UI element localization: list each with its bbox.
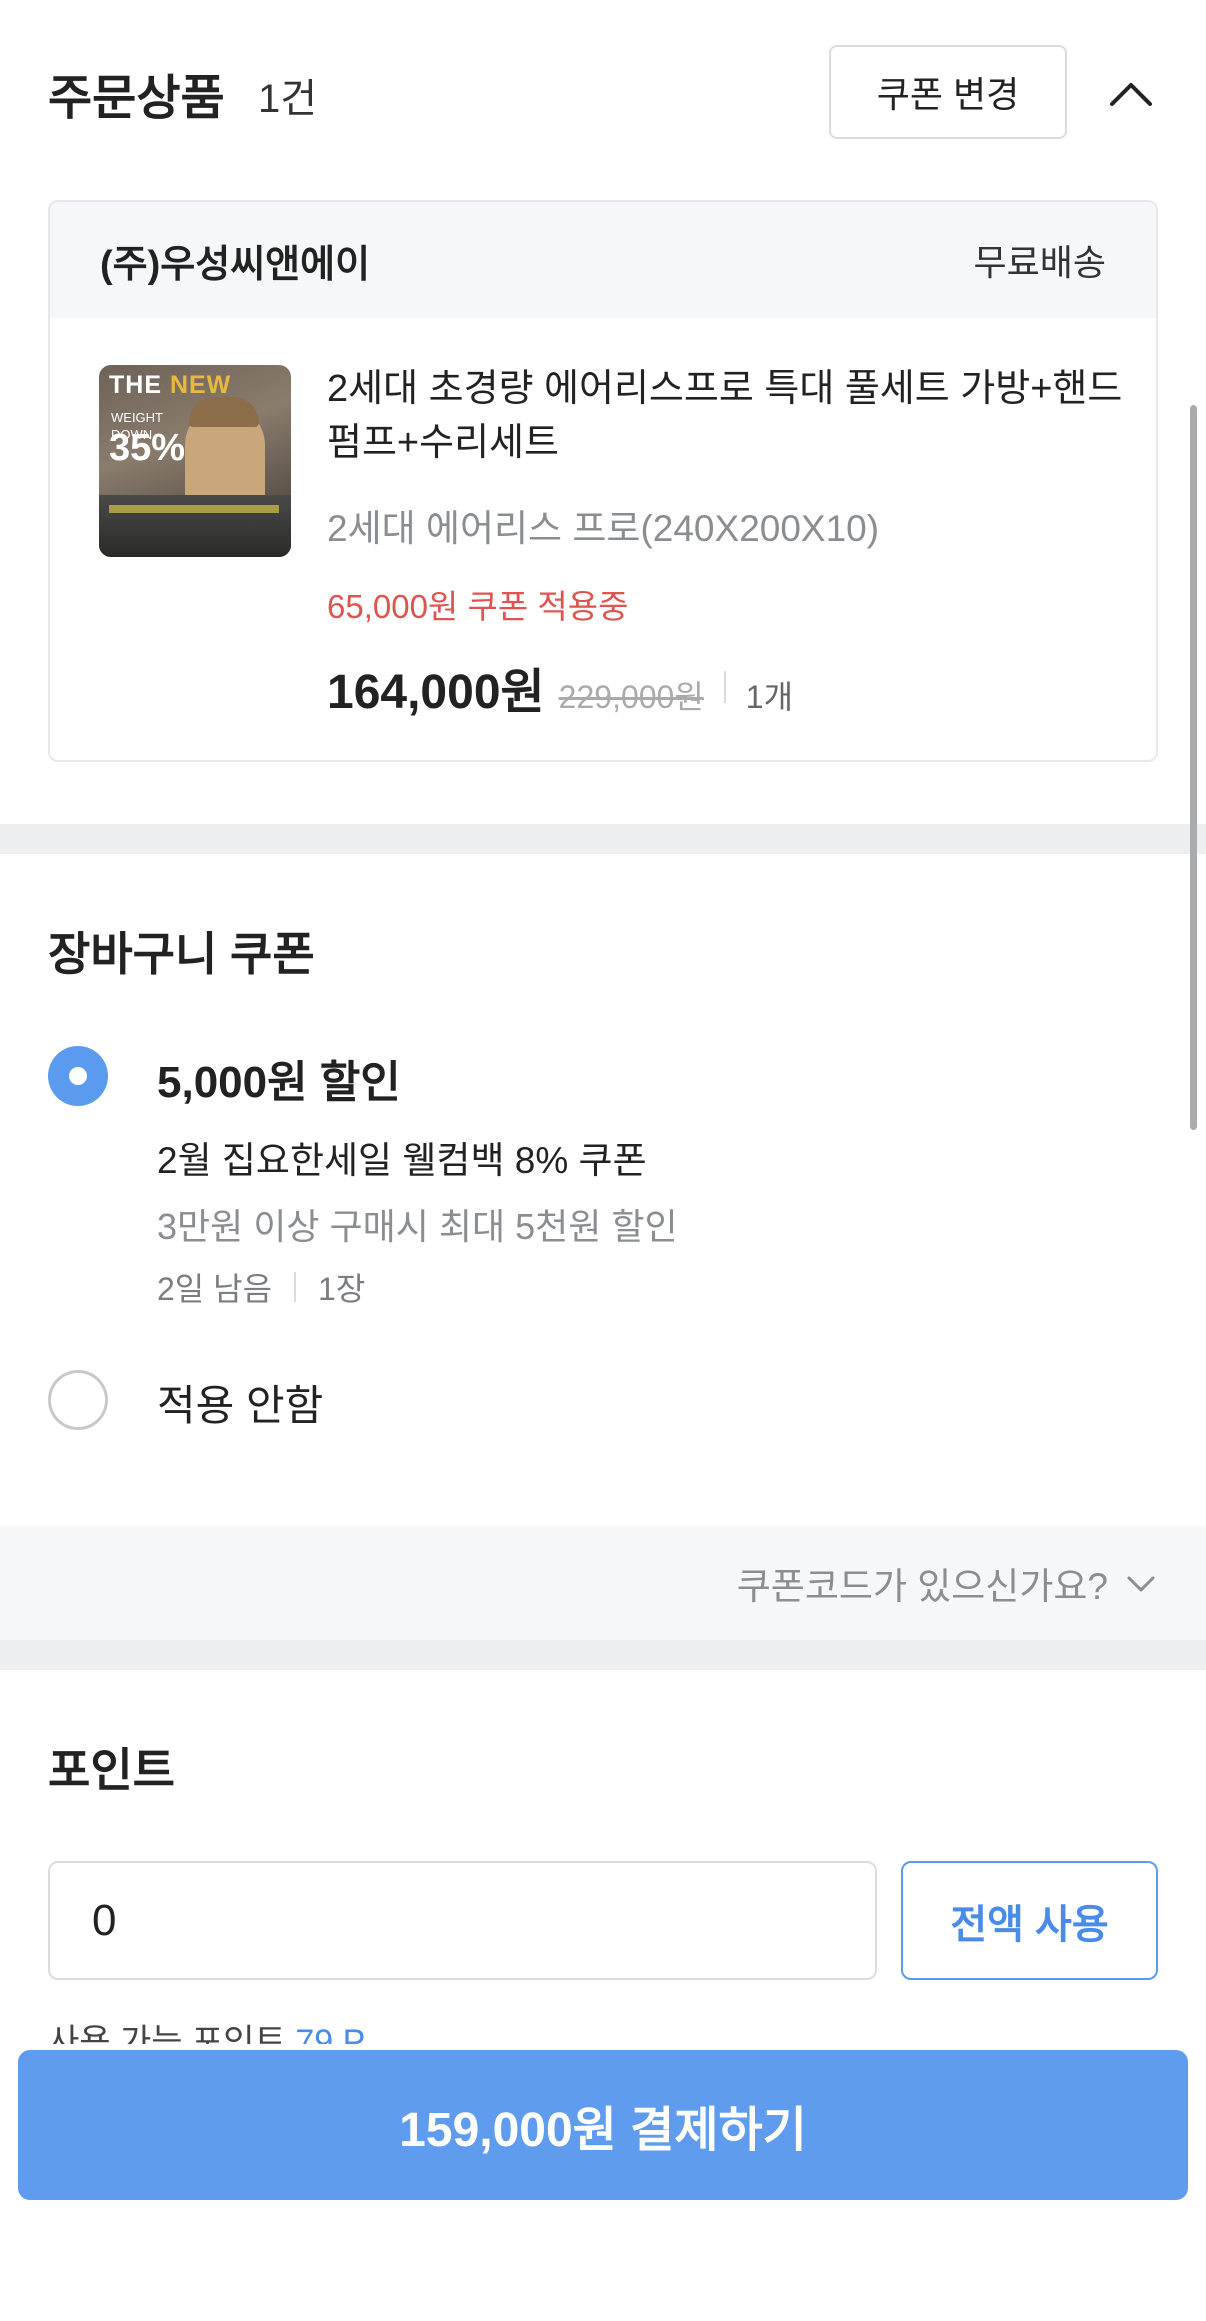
- available-points-label: 사용 가능 포인트: [48, 2023, 296, 2044]
- cart-coupon-title: 장바구니 쿠폰: [48, 928, 315, 980]
- points-input[interactable]: [48, 1861, 877, 1980]
- product-thumbnail[interactable]: THE NEW WEIGHT DOWN 35%: [99, 365, 291, 557]
- chevron-up-icon[interactable]: [1106, 70, 1156, 120]
- order-items-count: 1건: [258, 77, 318, 121]
- coupon-days-left: 2일 남음: [157, 1271, 273, 1307]
- quantity: 1개: [745, 679, 794, 715]
- shipping-badge: 무료배송: [973, 242, 1106, 283]
- points-title: 포인트: [48, 1744, 175, 1796]
- pay-button[interactable]: 159,000원 결제하기: [18, 2050, 1188, 2200]
- product-name[interactable]: 2세대 초경량 에어리스프로 특대 풀세트 가방+핸드펌프+수리세트: [327, 362, 1127, 470]
- thumb-text-the: THE: [109, 371, 170, 399]
- coupon-code-prompt: 쿠폰코드가 있으신가요?: [736, 1566, 1108, 1607]
- coupon-code-toggle[interactable]: 쿠폰코드가 있으신가요?: [0, 1526, 1206, 1640]
- divider: [723, 671, 726, 703]
- sale-price: 164,000원: [327, 666, 545, 719]
- section-divider: [0, 824, 1206, 854]
- thumb-hat: [189, 397, 259, 427]
- scrollbar[interactable]: [1190, 405, 1197, 1130]
- coupon-radio-none[interactable]: [48, 1370, 108, 1430]
- original-price: 229,000원: [558, 679, 704, 715]
- coupon-name: 2월 집요한세일 웰컴백 8% 쿠폰: [157, 1140, 647, 1181]
- product-option: 2세대 에어리스 프로(240X200X10): [327, 508, 880, 549]
- section-divider: [0, 1640, 1206, 1670]
- coupon-count: 1장: [318, 1271, 366, 1307]
- use-all-points-button[interactable]: 전액 사용: [901, 1861, 1158, 1980]
- coupon-change-button[interactable]: 쿠폰 변경: [829, 45, 1067, 139]
- divider: [294, 1272, 297, 1302]
- available-points-hint: 사용 가능 포인트 79 P: [48, 2014, 365, 2044]
- order-items-title: 주문상품: [48, 72, 225, 125]
- no-coupon-option[interactable]: 적용 안함: [157, 1372, 323, 1433]
- coupon-condition: 3만원 이상 구매시 최대 5천원 할인: [157, 1206, 678, 1247]
- seller-name: (주)우성씨앤에이: [100, 243, 371, 286]
- thumb-text-new: NEW: [169, 371, 232, 399]
- thumb-percent: 35%: [109, 427, 186, 469]
- seller-header: (주)우성씨앤에이 무료배송: [50, 202, 1156, 318]
- available-points-value: 79 P: [295, 2023, 366, 2044]
- coupon-radio-selected[interactable]: [48, 1046, 108, 1106]
- applied-coupon-note: 65,000원 쿠폰 적용중: [327, 588, 629, 625]
- coupon-meta: 2일 남음 1장: [157, 1264, 365, 1310]
- price-row: 164,000원 229,000원 1개: [327, 652, 793, 722]
- chevron-down-icon: [1127, 1576, 1155, 1592]
- thumb-mat-stripe: [109, 505, 279, 513]
- coupon-amount[interactable]: 5,000원 할인: [157, 1046, 401, 1110]
- thumb-headline: THE NEW: [109, 371, 231, 400]
